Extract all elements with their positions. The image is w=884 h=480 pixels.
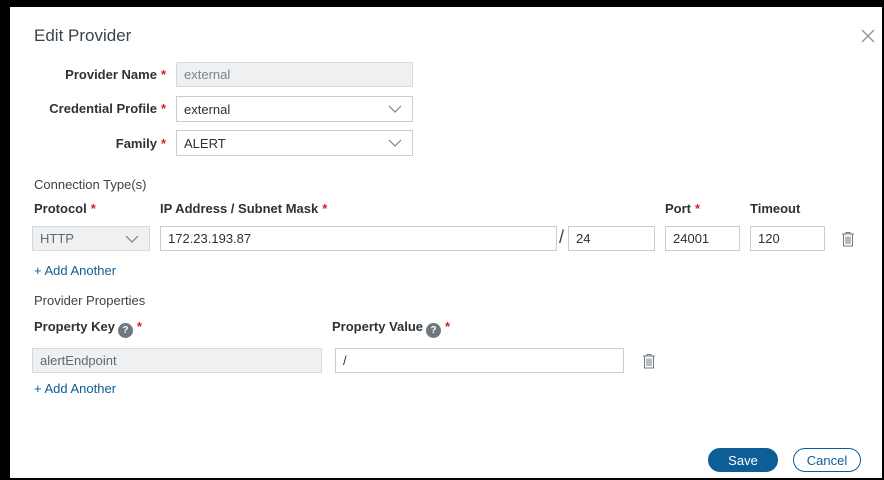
trash-icon[interactable] xyxy=(642,353,656,369)
trash-icon[interactable] xyxy=(841,231,855,247)
credential-profile-label: Credential Profile * xyxy=(49,101,166,116)
ip-header: IP Address / Subnet Mask * xyxy=(160,201,328,216)
subnet-mask-input[interactable]: 24 xyxy=(568,226,655,251)
property-key-header: Property Key? * xyxy=(34,319,142,338)
credential-profile-select[interactable]: external xyxy=(176,96,413,122)
property-value-header: Property Value? * xyxy=(332,319,451,338)
timeout-input[interactable]: 120 xyxy=(750,226,825,251)
protocol-select[interactable]: HTTP xyxy=(32,226,150,251)
close-icon[interactable] xyxy=(859,27,877,45)
chevron-down-icon xyxy=(388,139,402,147)
chevron-down-icon xyxy=(125,235,139,243)
protocol-header: Protocol * xyxy=(34,201,96,216)
family-label: Family * xyxy=(115,136,166,151)
family-select[interactable]: ALERT xyxy=(176,130,413,156)
dialog-title: Edit Provider xyxy=(34,26,132,45)
timeout-header: Timeout xyxy=(750,201,801,216)
cancel-button[interactable]: Cancel xyxy=(793,448,861,472)
provider-name-input[interactable]: external xyxy=(176,62,413,87)
provider-name-label: Provider Name * xyxy=(65,67,166,82)
port-input[interactable]: 24001 xyxy=(665,226,740,251)
property-key-input[interactable]: alertEndpoint xyxy=(32,348,322,373)
connection-types-heading: Connection Type(s) xyxy=(34,177,147,192)
property-value-input[interactable]: / xyxy=(335,348,624,373)
chevron-down-icon xyxy=(388,105,402,113)
help-icon[interactable]: ? xyxy=(426,323,442,338)
ip-address-input[interactable]: 172.23.193.87 xyxy=(160,226,557,251)
help-icon[interactable]: ? xyxy=(117,323,133,338)
port-header: Port * xyxy=(665,201,701,216)
provider-properties-heading: Provider Properties xyxy=(34,293,146,308)
add-another-property-link[interactable]: + Add Another xyxy=(34,381,116,396)
save-button[interactable]: Save xyxy=(708,448,778,472)
add-another-connection-link[interactable]: + Add Another xyxy=(34,263,116,278)
edit-provider-dialog: Edit Provider Provider Name * external Cr… xyxy=(10,7,882,478)
subnet-separator: / xyxy=(559,227,565,247)
